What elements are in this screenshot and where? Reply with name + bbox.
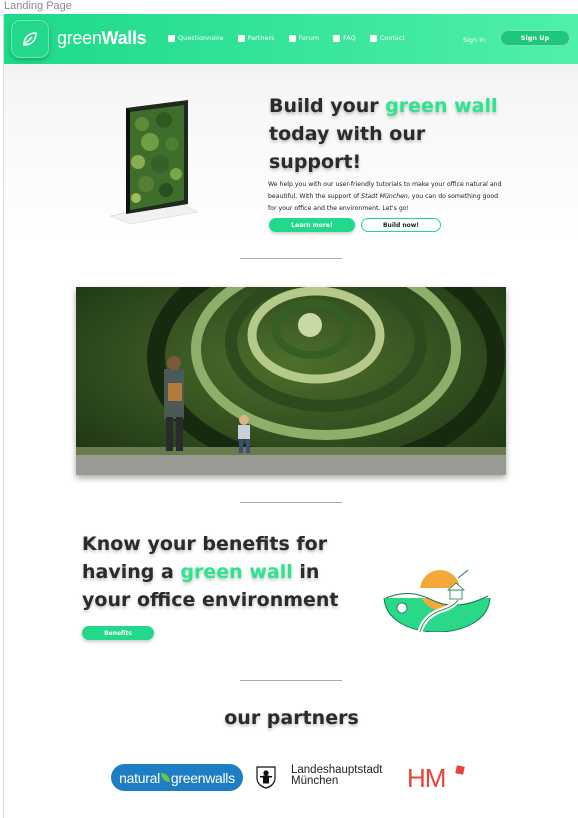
- nav-questionnaire[interactable]: Questionnaire: [168, 34, 224, 42]
- hero-title: Build your green wall today with our supp…: [269, 95, 498, 173]
- nav-forum[interactable]: Forum: [288, 34, 319, 42]
- question-icon: [333, 34, 341, 42]
- leaf-icon: [160, 773, 170, 782]
- section-divider: [240, 258, 342, 259]
- munich-logo-text[interactable]: Landeshauptstadt München: [291, 764, 382, 787]
- frame-label: Landing Page: [4, 0, 72, 12]
- header-bar: greenWalls Questionnaire Partners Forum …: [4, 14, 578, 64]
- build-now-button[interactable]: Build now!: [361, 218, 441, 232]
- mail-icon: [369, 34, 377, 42]
- hero-description: We help you with our user-friendly tutor…: [268, 181, 502, 212]
- leaf-logo-icon[interactable]: [11, 20, 49, 58]
- munich-crest-icon: [256, 766, 276, 789]
- landscape-illustration: [380, 569, 494, 632]
- signup-button[interactable]: Sign Up: [500, 30, 570, 46]
- benefits-button[interactable]: Benefits: [82, 626, 154, 640]
- living-wall-photo: [76, 287, 506, 475]
- main-nav: Questionnaire Partners Forum FAQ Contact: [168, 34, 419, 42]
- check-icon: [168, 34, 175, 42]
- partners-title: our partners: [224, 707, 359, 729]
- nav-partners[interactable]: Partners: [237, 34, 275, 42]
- benefits-title: Know your benefits for having a green wa…: [82, 533, 339, 611]
- chat-icon: [288, 34, 296, 42]
- signin-link[interactable]: Sign in: [463, 36, 485, 44]
- briefcase-icon: [237, 34, 245, 42]
- learn-more-button[interactable]: Learn more!: [269, 218, 355, 232]
- brand-name[interactable]: greenWalls: [57, 28, 147, 49]
- green-wall-product-image: [109, 100, 199, 224]
- nav-faq[interactable]: FAQ: [333, 34, 356, 42]
- hm-logo-square-icon: [455, 765, 465, 775]
- natural-greenwalls-logo[interactable]: natural greenwalls: [111, 764, 243, 791]
- section-divider: [240, 502, 342, 503]
- section-divider: [240, 680, 342, 681]
- nav-contact[interactable]: Contact: [369, 34, 405, 42]
- hm-logo[interactable]: HM: [407, 763, 446, 794]
- landing-page: greenWalls Questionnaire Partners Forum …: [3, 14, 578, 818]
